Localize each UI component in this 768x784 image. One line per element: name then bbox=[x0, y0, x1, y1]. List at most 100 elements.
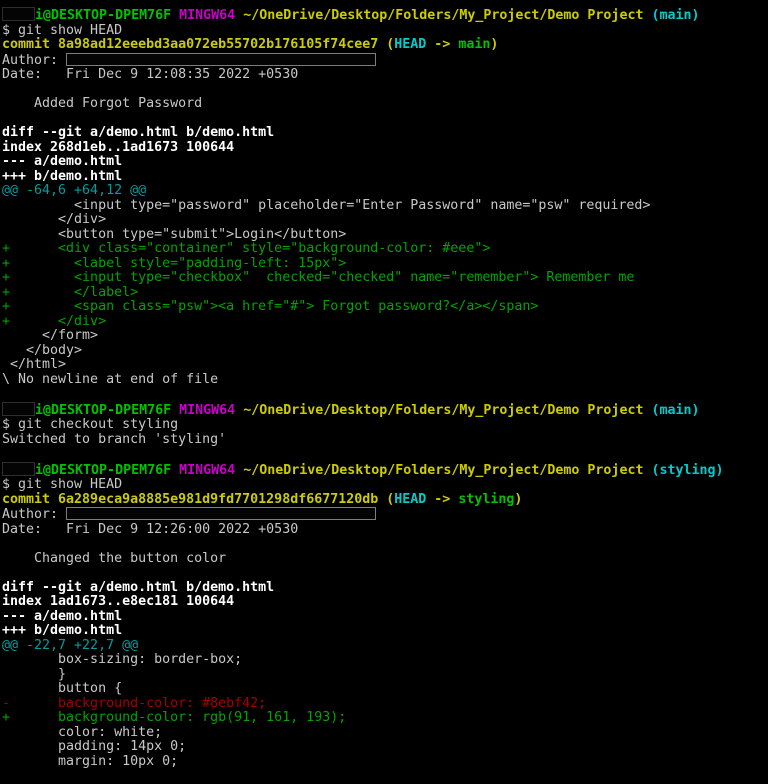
terminal-line: box-sizing: border-box; bbox=[2, 653, 768, 668]
text-segment: i bbox=[35, 463, 43, 478]
text-segment: commit 8a98ad12eeebd3aa072eb55702b176105… bbox=[2, 37, 394, 52]
text-segment: ) bbox=[514, 492, 522, 507]
text-segment: Date: Fri Dec 9 12:26:00 2022 +0530 bbox=[2, 522, 298, 537]
terminal-line: </html> bbox=[2, 358, 768, 373]
terminal-line: diff --git a/demo.html b/demo.html bbox=[2, 126, 768, 141]
text-segment: --- a/demo.html bbox=[2, 609, 122, 624]
text-segment: MINGW64 bbox=[179, 403, 235, 418]
terminal-line: </body> bbox=[2, 344, 768, 359]
terminal-line: Date: Fri Dec 9 12:08:35 2022 +0530 bbox=[2, 68, 768, 83]
terminal-line: commit 8a98ad12eeebd3aa072eb55702b176105… bbox=[2, 38, 768, 53]
text-segment: </div> bbox=[2, 212, 106, 227]
terminal-line: index 1ad1673..e8ec181 100644 bbox=[2, 595, 768, 610]
text-segment: + <span class="psw"><a href="#"> Forgot … bbox=[2, 299, 538, 314]
redacted-user-box bbox=[2, 7, 35, 21]
text-segment: color: white; bbox=[2, 725, 162, 740]
terminal-line: + <input type="checkbox" checked="checke… bbox=[2, 271, 768, 286]
text-segment: + </label> bbox=[2, 285, 138, 300]
terminal-line: @@ -22,7 +22,7 @@ bbox=[2, 639, 768, 654]
terminal-line: <button type="submit">Login</button> bbox=[2, 228, 768, 243]
terminal-line: +++ b/demo.html bbox=[2, 170, 768, 185]
text-segment: (main) bbox=[651, 403, 699, 418]
text-segment: +++ b/demo.html bbox=[2, 623, 122, 638]
text-segment: $ git checkout styling bbox=[2, 417, 178, 432]
text-segment bbox=[235, 463, 243, 478]
text-segment: + background-color: rgb(91, 161, 193); bbox=[2, 710, 346, 725]
text-segment: --- a/demo.html bbox=[2, 154, 122, 169]
text-segment: @@ -22,7 +22,7 @@ bbox=[2, 638, 138, 653]
git-bash-terminal[interactable]: i@DESKTOP-DPEM76F MINGW64 ~/OneDrive/Des… bbox=[0, 0, 768, 784]
terminal-line: + <div class="container" style="backgrou… bbox=[2, 242, 768, 257]
terminal-line: + </div> bbox=[2, 315, 768, 330]
text-segment: ~/OneDrive/Desktop/Folders/My_Project/De… bbox=[243, 403, 643, 418]
terminal-line: --- a/demo.html bbox=[2, 155, 768, 170]
text-segment: </html> bbox=[2, 357, 66, 372]
terminal-line: \ No newline at end of file bbox=[2, 373, 768, 388]
text-segment: ~/OneDrive/Desktop/Folders/My_Project/De… bbox=[243, 463, 643, 478]
text-segment bbox=[235, 8, 243, 23]
text-segment: -> bbox=[426, 37, 458, 52]
text-segment: (styling) bbox=[651, 463, 723, 478]
text-segment: padding: 14px 0; bbox=[2, 739, 186, 754]
text-segment: + <label style="padding-left: 15px"> bbox=[2, 256, 346, 271]
redacted-author-box bbox=[66, 507, 376, 520]
text-segment: MINGW64 bbox=[179, 8, 235, 23]
terminal-line: + <label style="padding-left: 15px"> bbox=[2, 257, 768, 272]
text-segment: @@ -64,6 +64,12 @@ bbox=[2, 183, 146, 198]
text-segment: (main) bbox=[651, 8, 699, 23]
text-segment: i bbox=[35, 8, 43, 23]
text-segment: button { bbox=[2, 681, 122, 696]
terminal-line: } bbox=[2, 668, 768, 683]
text-segment: index 1ad1673..e8ec181 100644 bbox=[2, 594, 234, 609]
terminal-line: $ git show HEAD bbox=[2, 478, 768, 493]
text-segment: i bbox=[35, 403, 43, 418]
text-segment: -> bbox=[426, 492, 458, 507]
redacted-user-box bbox=[2, 402, 35, 416]
terminal-line: color: white; bbox=[2, 726, 768, 741]
terminal-line: --- a/demo.html bbox=[2, 610, 768, 625]
terminal-line: </form> bbox=[2, 329, 768, 344]
text-segment: HEAD bbox=[394, 492, 426, 507]
text-segment: ~/OneDrive/Desktop/Folders/My_Project/De… bbox=[243, 8, 643, 23]
terminal-line: @@ -64,6 +64,12 @@ bbox=[2, 184, 768, 199]
terminal-line: - background-color: #8ebf42; bbox=[2, 697, 768, 712]
text-segment: @DESKTOP-DPEM76F bbox=[43, 463, 171, 478]
text-segment: \ No newline at end of file bbox=[2, 372, 218, 387]
text-segment: +++ b/demo.html bbox=[2, 169, 122, 184]
terminal-line: $ git show HEAD bbox=[2, 24, 768, 39]
text-segment: Author: bbox=[2, 507, 66, 522]
terminal-output: i@DESKTOP-DPEM76F MINGW64 ~/OneDrive/Des… bbox=[2, 7, 768, 769]
redacted-user-box bbox=[2, 462, 35, 476]
terminal-line: $ git checkout styling bbox=[2, 418, 768, 433]
text-segment: main bbox=[458, 37, 490, 52]
text-segment: </body> bbox=[2, 343, 82, 358]
text-segment: box-sizing: border-box; bbox=[2, 652, 242, 667]
text-segment bbox=[171, 463, 179, 478]
redacted-author-box bbox=[66, 53, 376, 66]
text-segment bbox=[171, 8, 179, 23]
terminal-line: i@DESKTOP-DPEM76F MINGW64 ~/OneDrive/Des… bbox=[2, 462, 768, 479]
text-segment: Changed the button color bbox=[2, 551, 226, 566]
terminal-line: <input type="password" placeholder="Ente… bbox=[2, 199, 768, 214]
terminal-line: i@DESKTOP-DPEM76F MINGW64 ~/OneDrive/Des… bbox=[2, 7, 768, 24]
text-segment: MINGW64 bbox=[179, 463, 235, 478]
text-segment: </form> bbox=[2, 328, 98, 343]
text-segment: + </div> bbox=[2, 314, 106, 329]
terminal-line: index 268d1eb..1ad1673 100644 bbox=[2, 141, 768, 156]
terminal-line: Switched to branch 'styling' bbox=[2, 433, 768, 448]
text-segment: $ git show HEAD bbox=[2, 23, 122, 38]
terminal-line bbox=[2, 387, 768, 402]
terminal-line: +++ b/demo.html bbox=[2, 624, 768, 639]
terminal-line: Author: bbox=[2, 507, 768, 523]
text-segment: + <input type="checkbox" checked="checke… bbox=[2, 270, 634, 285]
text-segment: <button type="submit">Login</button> bbox=[2, 227, 346, 242]
text-segment: commit 6a289eca9a8885e981d9fd7701298df66… bbox=[2, 492, 394, 507]
text-segment: Author: bbox=[2, 53, 66, 68]
terminal-line bbox=[2, 447, 768, 462]
text-segment: styling bbox=[458, 492, 514, 507]
terminal-line: i@DESKTOP-DPEM76F MINGW64 ~/OneDrive/Des… bbox=[2, 402, 768, 419]
terminal-line: Date: Fri Dec 9 12:26:00 2022 +0530 bbox=[2, 523, 768, 538]
text-segment bbox=[171, 403, 179, 418]
text-segment: HEAD bbox=[394, 37, 426, 52]
text-segment: ) bbox=[490, 37, 498, 52]
